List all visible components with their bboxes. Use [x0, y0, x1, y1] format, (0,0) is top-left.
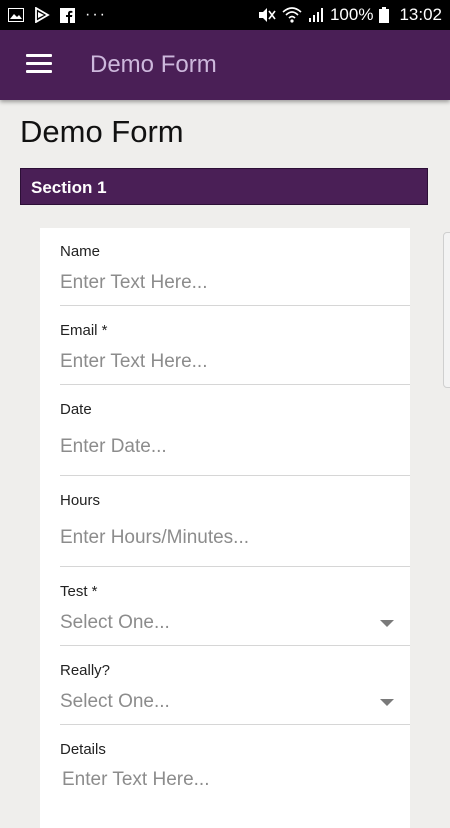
- form-field-test[interactable]: Test * Select One...: [60, 567, 410, 646]
- status-bar-right: 100% 13:02: [258, 0, 442, 30]
- form-field-hours: Hours Enter Hours/Minutes...: [60, 476, 410, 567]
- name-input[interactable]: Enter Text Here...: [60, 272, 208, 294]
- email-input[interactable]: Enter Text Here...: [60, 351, 208, 373]
- mute-icon: [258, 7, 276, 23]
- really-select[interactable]: Select One...: [60, 691, 170, 713]
- clock: 13:02: [399, 5, 442, 24]
- form-field-name: Name Enter Text Here...: [60, 228, 410, 306]
- field-label: Details: [60, 741, 106, 758]
- form-card: Name Enter Text Here... Email * Enter Te…: [40, 228, 410, 828]
- app-bar: Demo Form: [0, 30, 450, 100]
- hours-input[interactable]: Enter Hours/Minutes...: [60, 527, 249, 549]
- battery-icon: [379, 7, 390, 23]
- field-label: Email *: [60, 322, 108, 339]
- side-drawer-handle[interactable]: [443, 232, 450, 388]
- image-icon: [8, 8, 24, 22]
- more-dots-icon: ···: [85, 6, 107, 23]
- signal-icon: [308, 7, 324, 23]
- section-header[interactable]: Section 1: [20, 168, 428, 205]
- page-title: Demo Form: [20, 114, 184, 149]
- form-field-details: Details Enter Text Here...: [60, 725, 410, 825]
- status-bar: ··· 100% 13:02: [0, 0, 450, 30]
- test-select[interactable]: Select One...: [60, 612, 170, 634]
- dropdown-arrow-icon[interactable]: [380, 699, 394, 706]
- hamburger-menu-icon[interactable]: [26, 54, 52, 76]
- field-label: Name: [60, 243, 101, 260]
- play-store-icon: [34, 7, 50, 23]
- app-bar-title: Demo Form: [90, 51, 217, 78]
- form-field-date: Date Enter Date...: [60, 385, 410, 476]
- dropdown-arrow-icon[interactable]: [380, 620, 394, 627]
- date-input[interactable]: Enter Date...: [60, 436, 167, 458]
- field-label: Date: [60, 401, 92, 418]
- status-bar-left: ···: [8, 0, 107, 30]
- facebook-icon: [60, 7, 75, 23]
- wifi-icon: [282, 7, 302, 23]
- details-input[interactable]: Enter Text Here...: [62, 769, 210, 791]
- field-label: Hours: [60, 492, 101, 509]
- field-label: Test *: [60, 583, 98, 600]
- form-field-email: Email * Enter Text Here...: [60, 306, 410, 385]
- battery-percent: 100%: [329, 5, 374, 24]
- field-label: Really?: [60, 662, 111, 679]
- form-field-really[interactable]: Really? Select One...: [60, 646, 410, 725]
